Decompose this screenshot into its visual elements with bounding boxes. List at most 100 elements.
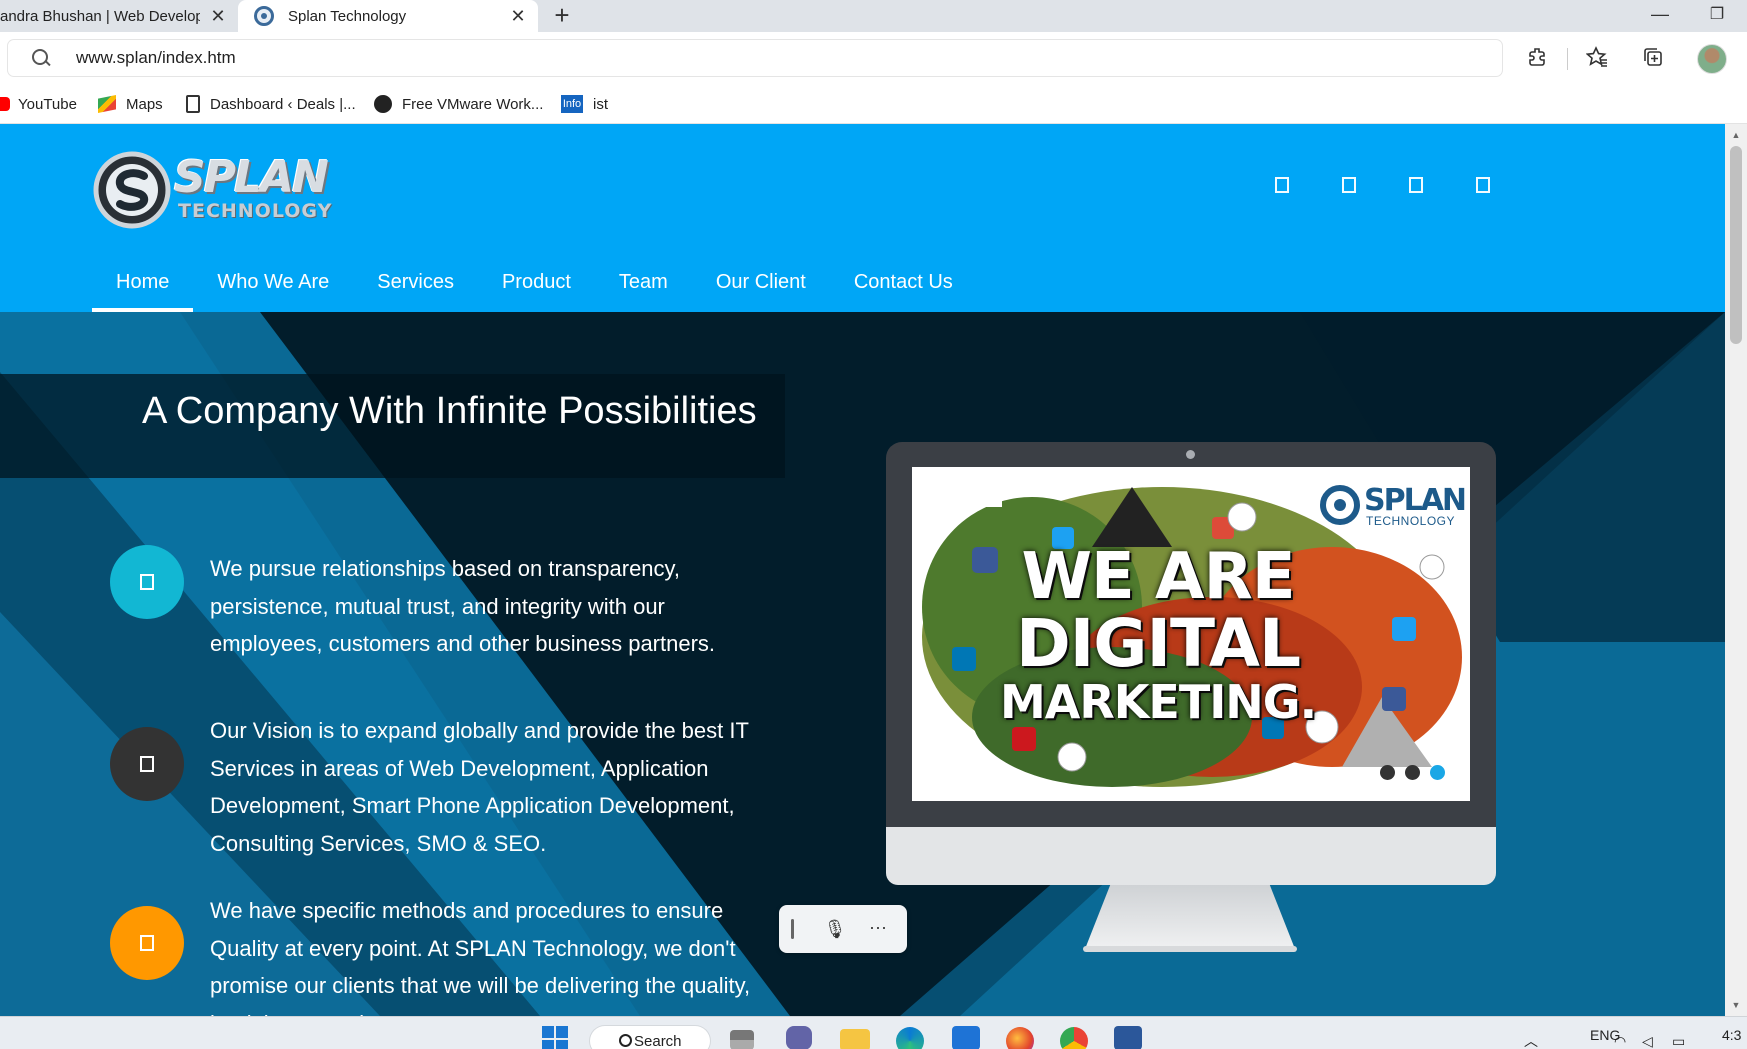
feature-text-vision: Our Vision is to expand globally and pro… [210, 718, 749, 856]
document-icon [186, 95, 200, 113]
splan-favicon-icon [254, 6, 274, 26]
store-icon[interactable] [952, 1026, 980, 1049]
webcam-dot [1186, 450, 1195, 459]
nav-product[interactable]: Product [478, 252, 595, 312]
bookmark-youtube[interactable]: YouTube [0, 84, 77, 124]
chrome-icon[interactable] [1060, 1027, 1088, 1049]
file-explorer-icon[interactable] [840, 1029, 870, 1049]
slider-logo-subtext: TECHNOLOGY [1366, 514, 1456, 528]
nav-team[interactable]: Team [595, 252, 692, 312]
bookmark-vmware[interactable]: Free VMware Work... [374, 84, 543, 124]
firefox-icon[interactable] [1006, 1027, 1034, 1049]
teams-icon[interactable] [786, 1026, 812, 1049]
voice-typing-toolbar[interactable]: 🎙 ··· [779, 905, 907, 953]
scroll-up-arrow-icon[interactable]: ▲ [1725, 128, 1747, 142]
scrollbar-thumb[interactable] [1730, 146, 1742, 344]
splan-logo[interactable]: SPLAN TECHNOLOGY [92, 148, 342, 232]
info-icon: Info [561, 95, 583, 113]
feature-text-relationships: We pursue relationships based on transpa… [210, 556, 716, 656]
bookmark-dashboard[interactable]: Dashboard ‹ Deals |... [186, 84, 356, 124]
splan-logo-mark-icon [1320, 485, 1360, 525]
bookmark-maps[interactable]: Maps [98, 84, 163, 124]
logo-subtext: TECHNOLOGY [178, 200, 333, 222]
taskbar-search[interactable]: Search [590, 1026, 710, 1049]
page-viewport: SPLAN TECHNOLOGY Home Who We Are Service… [0, 124, 1725, 1016]
clock[interactable]: 4:3 [1722, 1027, 1741, 1043]
more-options-icon[interactable]: ··· [863, 915, 893, 939]
logo-wordmark: SPLAN [174, 152, 329, 203]
profile-avatar[interactable] [1697, 44, 1727, 74]
hero-slider[interactable]: WE ARE DIGITAL MARKETING. SPLAN TECHNOLO… [912, 467, 1470, 801]
social-icon-4[interactable] [1476, 177, 1490, 193]
slider-headline: WE ARE DIGITAL MARKETING. [998, 545, 1318, 725]
extensions-icon[interactable] [1525, 46, 1551, 72]
slider-dot-3[interactable] [1430, 765, 1445, 780]
start-icon[interactable] [542, 1026, 568, 1049]
imac-stand [1085, 885, 1295, 949]
bookmark-label: Free VMware Work... [402, 95, 544, 113]
battery-icon[interactable]: ▭ [1672, 1033, 1685, 1049]
favorites-icon[interactable] [1584, 46, 1610, 72]
feature-text-quality: We have specific methods and procedures … [210, 898, 751, 1016]
browser-toolbar: www.splan/index.htm [0, 32, 1747, 84]
minimize-window-button[interactable]: — [1648, 4, 1672, 28]
page-scrollbar[interactable]: ▲ ▼ [1725, 124, 1747, 1016]
apple-logo-icon [1176, 840, 1204, 870]
bookmark-label: Maps [126, 95, 163, 113]
slider-headline-line-3: MARKETING. [999, 675, 1317, 729]
collections-icon[interactable] [1640, 46, 1666, 72]
tab-splan-technology[interactable]: Splan Technology ✕ [238, 0, 538, 32]
wifi-icon[interactable]: ◠ [1614, 1033, 1626, 1049]
tray-chevron-icon[interactable]: ︿ [1524, 1031, 1538, 1049]
nav-our-client[interactable]: Our Client [692, 252, 830, 312]
windows-taskbar: Search ︿ ENG ◠ ◁ ▭ 4:3 [0, 1016, 1747, 1049]
feature-icon [140, 574, 154, 590]
social-icon-2[interactable] [1342, 177, 1356, 193]
slider-headline-line-2: DIGITAL [1015, 605, 1301, 682]
slider-dot-1[interactable] [1380, 765, 1395, 780]
imac-monitor: WE ARE DIGITAL MARKETING. SPLAN TECHNOLO… [886, 442, 1496, 827]
microphone-icon[interactable]: 🎙 [823, 917, 847, 941]
tab-title: Splan Technology [288, 7, 407, 25]
nav-contact-us[interactable]: Contact Us [830, 252, 977, 312]
tab-title: andra Bhushan | Web Develop [0, 7, 200, 25]
taskbar-search-label: Search [634, 1032, 682, 1049]
maximize-window-button[interactable]: ❐ [1705, 4, 1729, 28]
bookmarks-bar: YouTube Maps Dashboard ‹ Deals |... Free… [0, 84, 1747, 124]
tagline-highlight: Infinite [435, 390, 548, 432]
toolbar-divider [1567, 48, 1568, 70]
close-tab-icon[interactable]: ✕ [208, 6, 228, 26]
social-icon-3[interactable] [1409, 177, 1423, 193]
volume-icon[interactable]: ◁ [1642, 1033, 1653, 1049]
feature-badge-quality [110, 906, 184, 980]
word-icon[interactable] [1114, 1026, 1142, 1049]
tagline-prefix: A Company With [142, 390, 436, 432]
edge-icon[interactable] [896, 1027, 924, 1049]
bookmark-label: ist [593, 95, 608, 113]
new-tab-button[interactable]: + [548, 2, 576, 30]
site-header: SPLAN TECHNOLOGY Home Who We Are Service… [0, 124, 1725, 312]
hero-tagline: A Company With Infinite Possibilities [142, 390, 757, 433]
nav-services[interactable]: Services [353, 252, 478, 312]
nav-who-we-are[interactable]: Who We Are [193, 252, 353, 312]
maps-icon [98, 95, 116, 113]
slider-dot-2[interactable] [1405, 765, 1420, 780]
close-tab-icon[interactable]: ✕ [508, 6, 528, 26]
address-bar[interactable]: www.splan/index.htm [8, 40, 1502, 76]
search-icon [30, 47, 52, 69]
address-url[interactable]: www.splan/index.htm [76, 48, 236, 68]
bookmark-label: YouTube [18, 95, 77, 113]
nav-home[interactable]: Home [92, 252, 194, 312]
social-icon-1[interactable] [1275, 177, 1289, 193]
github-icon [374, 95, 392, 113]
feature-icon [140, 756, 154, 772]
slider-splan-logo: SPLAN TECHNOLOGY [1320, 483, 1467, 529]
imac-chin [886, 827, 1496, 885]
drag-handle[interactable] [791, 919, 794, 939]
scroll-down-arrow-icon[interactable]: ▼ [1725, 998, 1747, 1012]
tagline-suffix: Possibilities [547, 390, 757, 432]
tab-web-developer[interactable]: andra Bhushan | Web Develop ✕ [0, 0, 236, 32]
task-view-icon[interactable] [730, 1030, 754, 1049]
feature-icon [140, 935, 154, 951]
bookmark-ist[interactable]: Info ist [561, 84, 608, 124]
